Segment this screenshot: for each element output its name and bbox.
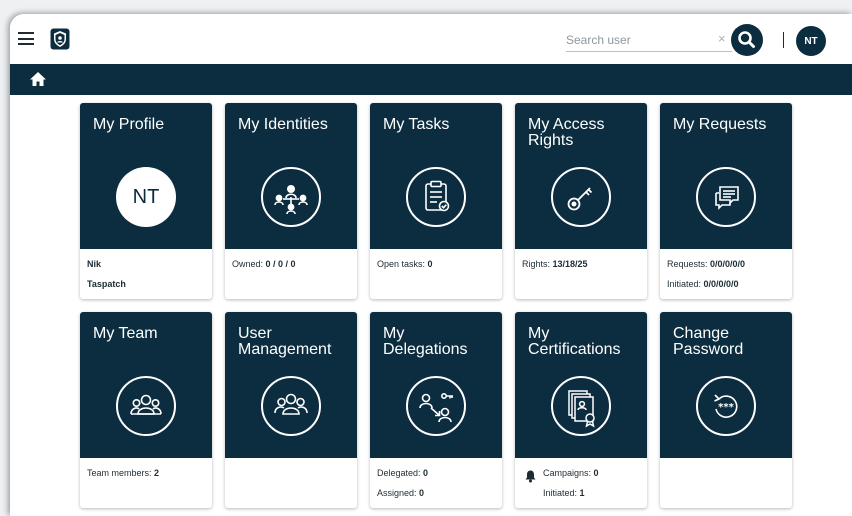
campaigns-info: Campaigns: 0 — [543, 468, 599, 478]
tile-title: My Access Rights — [528, 116, 605, 149]
tile-title: Change Password — [673, 325, 744, 358]
tile-title: User Management — [238, 325, 332, 358]
user-group-icon — [274, 393, 308, 415]
header-divider — [783, 32, 784, 48]
my-profile-tile[interactable]: My Profile NT Nik Taspatch — [80, 103, 212, 299]
tile-title: My Team — [93, 325, 158, 342]
delegated-info: Delegated: 0 — [377, 468, 429, 478]
tile-title: My Tasks — [383, 116, 450, 133]
profile-last-name: Taspatch — [87, 279, 126, 289]
chat-bubbles-icon — [715, 186, 739, 210]
svg-text:***: *** — [718, 402, 734, 413]
open-tasks-info: Open tasks: 0 — [377, 259, 433, 269]
tile-title: My Profile — [93, 116, 165, 133]
search-field: × — [566, 30, 732, 52]
certifications-initiated-info: Initiated: 1 — [543, 488, 585, 498]
tile-title: My Delegations — [383, 325, 468, 358]
search-input[interactable] — [566, 30, 706, 50]
clipboard-check-icon — [425, 180, 450, 212]
clear-search-icon[interactable]: × — [718, 31, 726, 46]
password-reset-icon: *** — [714, 394, 738, 418]
menu-icon[interactable] — [18, 32, 34, 45]
my-requests-tile[interactable]: My Requests Requests: 0/0/0/0/0 Initiate… — [660, 103, 792, 299]
owned-info: Owned: 0 / 0 / 0 — [232, 259, 296, 269]
certificate-icon — [568, 390, 595, 428]
search-button[interactable] — [731, 24, 763, 56]
my-identities-tile[interactable]: My Identities Owned: 0 / 0 / 0 — [225, 103, 357, 299]
user-management-tile[interactable]: User Management — [225, 312, 357, 508]
my-delegations-tile[interactable]: My Delegations Delegated: 0 Assigned: 0 — [370, 312, 502, 508]
nav-bar — [10, 64, 852, 95]
my-team-tile[interactable]: My Team Team members: 2 — [80, 312, 212, 508]
tile-title: My Certifications — [528, 325, 621, 358]
home-icon[interactable] — [29, 71, 47, 87]
my-certifications-tile[interactable]: My Certifications Campaigns: 0 Initiated… — [515, 312, 647, 508]
team-icon — [130, 394, 162, 415]
profile-first-name: Nik — [87, 259, 102, 269]
assigned-info: Assigned: 0 — [377, 488, 425, 498]
identities-network-icon — [274, 184, 308, 215]
profile-avatar: NT — [116, 167, 176, 227]
app-window: × NT My Profile NT Nik Taspatch My Ident… — [10, 14, 852, 516]
delegation-icon — [419, 393, 453, 423]
bell-icon — [525, 470, 536, 483]
shield-logo-icon[interactable] — [50, 28, 70, 50]
tile-title: My Requests — [673, 116, 767, 133]
requests-initiated-info: Initiated: 0/0/0/0/0 — [667, 279, 739, 289]
my-tasks-tile[interactable]: My Tasks Open tasks: 0 — [370, 103, 502, 299]
team-members-info: Team members: 2 — [87, 468, 160, 478]
rights-info: Rights: 13/18/25 — [522, 259, 588, 269]
search-icon — [738, 31, 755, 48]
top-bar: × NT — [10, 14, 852, 64]
user-avatar-button[interactable]: NT — [796, 26, 826, 56]
key-icon — [567, 187, 593, 211]
change-password-tile[interactable]: Change Password *** — [660, 312, 792, 508]
requests-info: Requests: 0/0/0/0/0 — [667, 259, 746, 269]
my-access-rights-tile[interactable]: My Access Rights Rights: 13/18/25 — [515, 103, 647, 299]
tile-title: My Identities — [238, 116, 328, 133]
